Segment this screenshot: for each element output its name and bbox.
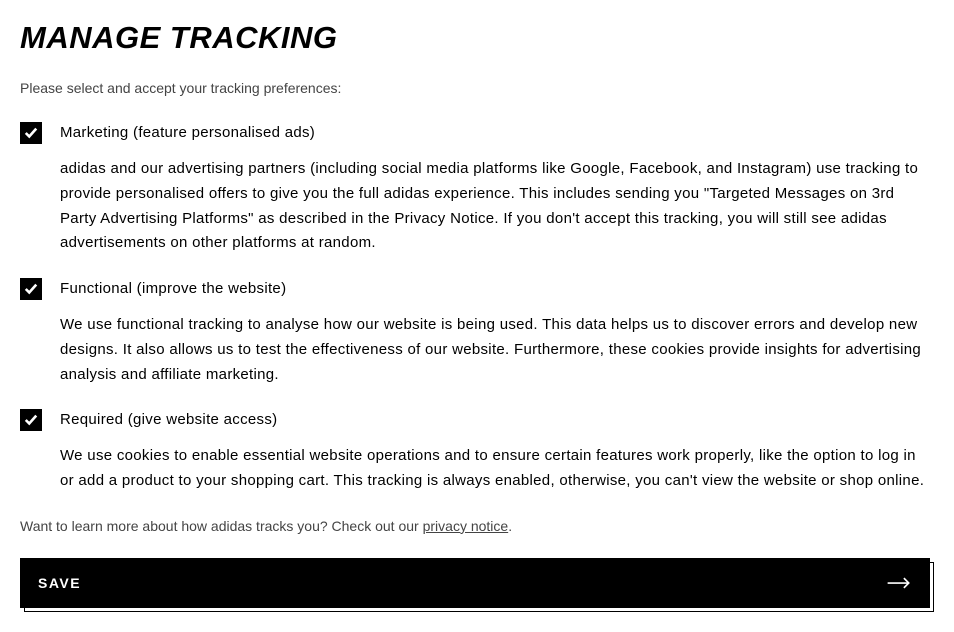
option-title: Required (give website access) <box>60 411 934 428</box>
option-required: Required (give website access) We use co… <box>20 411 934 494</box>
privacy-notice-link[interactable]: privacy notice <box>423 518 509 534</box>
option-body: Functional (improve the website) We use … <box>60 280 934 387</box>
checkbox-marketing[interactable] <box>20 122 42 144</box>
option-body: Marketing (feature personalised ads) adi… <box>60 124 934 256</box>
footer-tail: . <box>508 518 512 534</box>
option-title: Marketing (feature personalised ads) <box>60 124 934 141</box>
save-button-wrap: SAVE <box>20 558 934 612</box>
check-icon <box>24 282 38 296</box>
save-label: SAVE <box>38 575 81 591</box>
subtitle: Please select and accept your tracking p… <box>20 80 934 96</box>
check-icon <box>24 126 38 140</box>
checkbox-functional[interactable] <box>20 278 42 300</box>
option-body: Required (give website access) We use co… <box>60 411 934 494</box>
footer-pre: Want to learn more about how adidas trac… <box>20 518 423 534</box>
page-title: MANAGE TRACKING <box>20 20 934 56</box>
option-marketing: Marketing (feature personalised ads) adi… <box>20 124 934 256</box>
save-button[interactable]: SAVE <box>20 558 930 608</box>
option-desc: adidas and our advertising partners (inc… <box>60 157 934 256</box>
option-functional: Functional (improve the website) We use … <box>20 280 934 387</box>
option-desc: We use cookies to enable essential websi… <box>60 444 934 494</box>
option-desc: We use functional tracking to analyse ho… <box>60 313 934 387</box>
footer-text: Want to learn more about how adidas trac… <box>20 518 934 534</box>
check-icon <box>24 413 38 427</box>
checkbox-required[interactable] <box>20 409 42 431</box>
option-title: Functional (improve the website) <box>60 280 934 297</box>
arrow-right-icon <box>886 575 912 591</box>
